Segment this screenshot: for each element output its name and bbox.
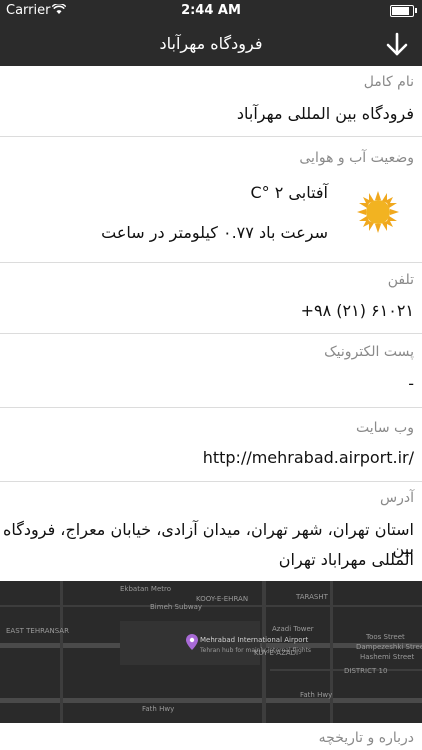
- full-name-label: نام کامل: [363, 74, 414, 90]
- map-label: KOOY-E-EHRAN: [196, 595, 249, 603]
- map-label: Dampezeshki Street: [356, 643, 422, 651]
- map-label: DISTRICT 10: [344, 667, 388, 675]
- page-title: فرودگاه مهرآباد: [159, 34, 263, 53]
- phone-label: تلفن: [387, 272, 414, 288]
- map-pin-title: Mehrabad International Airport: [200, 636, 309, 644]
- map-pin-icon[interactable]: [186, 634, 198, 654]
- map-label: Toos Street: [366, 633, 405, 641]
- website-label: وب سایت: [355, 420, 414, 436]
- email-label: پست الکترونیک: [324, 344, 414, 360]
- address-line-2: المللی مهراباد تهران: [278, 550, 414, 569]
- nav-bar: فرودگاه مهرآباد: [0, 22, 422, 66]
- map-label: EAST TEHRANSAR: [6, 627, 69, 635]
- section-address: آدرس استان تهران، شهر تهران، میدان آزادی…: [0, 482, 422, 580]
- map-label: Ekbatan Metro: [120, 585, 172, 593]
- address-label: آدرس: [380, 490, 414, 506]
- map-label: Fath Hwy: [300, 691, 333, 699]
- map-view[interactable]: Ekbatan Metro Bimeh Subway Azadi Tower K…: [0, 581, 422, 723]
- map-road: [0, 605, 422, 607]
- email-value: -: [408, 374, 414, 393]
- map-label: Fath Hwy: [142, 705, 175, 713]
- status-bar: Carrier 2:44 AM: [0, 0, 422, 22]
- download-icon: [386, 32, 408, 56]
- map-pin-subtitle: Tehran hub for mainly internal flights: [200, 647, 312, 654]
- map-label: Bimeh Subway: [150, 603, 203, 611]
- map-road: [0, 698, 422, 703]
- map-road: [330, 581, 333, 723]
- website-link[interactable]: http://mehrabad.airport.ir/: [203, 448, 414, 467]
- phone-value[interactable]: +۹۸ (۲۱) ۶۱۰۲۱: [301, 301, 414, 320]
- section-website: وب سایت http://mehrabad.airport.ir/: [0, 408, 422, 482]
- status-time: 2:44 AM: [181, 3, 241, 18]
- full-name-value: فرودگاه بین المللی مهرآباد: [236, 104, 414, 123]
- section-email: پست الکترونیک -: [0, 334, 422, 408]
- weather-condition: آفتابی C° ۲: [250, 183, 328, 202]
- weather-label: وضعیت آب و هوایی: [299, 150, 414, 166]
- section-phone: تلفن +۹۸ (۲۱) ۶۱۰۲۱: [0, 263, 422, 334]
- map-label: Hashemi Street: [360, 653, 415, 661]
- map-label: Azadi Tower: [272, 625, 314, 633]
- about-label[interactable]: درباره و تاریخچه: [319, 730, 414, 746]
- sun-icon: [356, 190, 400, 234]
- weather-wind: سرعت باد ۰.۷۷ کیلومتر در ساعت: [101, 223, 328, 242]
- download-button[interactable]: [382, 30, 412, 60]
- section-full-name: نام کامل فرودگاه بین المللی مهرآباد: [0, 66, 422, 137]
- battery-icon: [390, 5, 417, 17]
- map-road: [60, 581, 63, 723]
- map-label: TARASHT: [296, 593, 328, 601]
